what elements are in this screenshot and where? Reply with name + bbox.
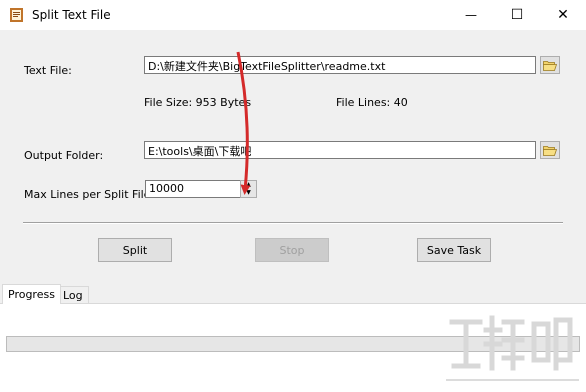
folder-open-icon [543,145,557,156]
max-lines-input[interactable]: 10000 [145,180,241,198]
divider [23,222,563,224]
tab-progress[interactable]: Progress [2,284,61,304]
browse-output-folder-button[interactable] [540,141,560,159]
close-button[interactable]: ✕ [540,0,586,30]
close-icon: ✕ [557,7,569,23]
stop-button[interactable]: Stop [255,238,329,262]
text-file-label: Text File: [24,64,72,77]
text-file-icon [9,7,25,23]
tab-log[interactable]: Log [57,286,89,304]
stepper-down-icon[interactable]: ▼ [241,189,256,197]
browse-text-file-button[interactable] [540,56,560,74]
window-title: Split Text File [32,8,111,22]
output-folder-label: Output Folder: [24,149,104,162]
text-file-input[interactable]: D:\新建文件夹\BigTextFileSplitter\readme.txt [144,56,536,74]
max-lines-label: Max Lines per Split File [24,188,151,201]
max-lines-stepper[interactable]: ▲ ▼ [240,180,257,198]
watermark-logo [446,315,579,381]
save-task-button[interactable]: Save Task [417,238,491,262]
file-size-text: File Size: 953 Bytes [144,96,252,109]
title-bar: Split Text File — ☐ ✕ [0,0,586,30]
minimize-button[interactable]: — [448,0,494,30]
folder-open-icon [543,60,557,71]
maximize-button[interactable]: ☐ [494,0,540,30]
maximize-icon: ☐ [510,7,524,23]
output-folder-input[interactable]: E:\tools\桌面\下载吧 [144,141,536,159]
minimize-icon: — [465,8,477,22]
split-button[interactable]: Split [98,238,172,262]
file-lines-text: File Lines: 40 [336,96,408,109]
stepper-up-icon[interactable]: ▲ [241,181,256,189]
